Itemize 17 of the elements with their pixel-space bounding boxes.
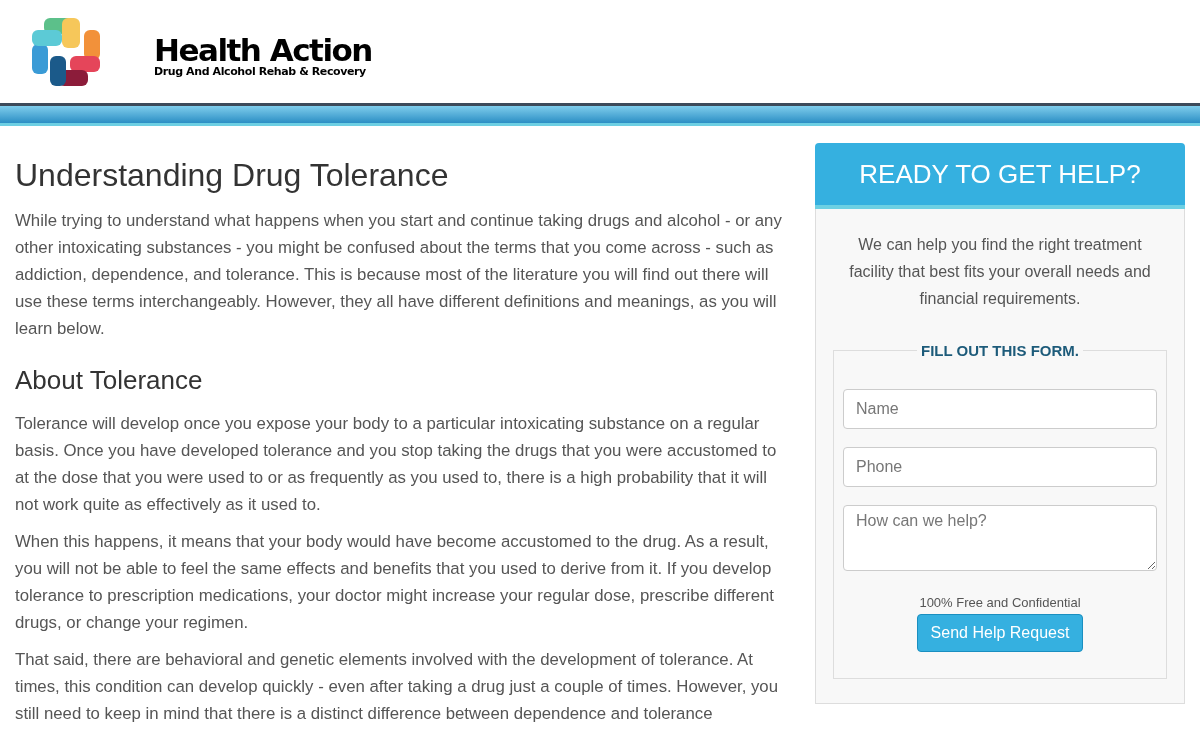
sidebar-title: READY TO GET HELP? <box>815 143 1185 209</box>
logo-title: Health Action <box>154 33 372 66</box>
input-field[interactable]: Phone <box>843 447 1157 487</box>
article-title: Understanding Drug Tolerance <box>15 156 450 195</box>
send-button[interactable]: Send Help Request <box>916 614 1084 652</box>
form-legend: FILL OUT THIS FORM. <box>916 342 1083 359</box>
paragraph: Tolerance will develop once you expose your body to a particular intoxicating substance on a regular basis. Once you have developed tolerance and you stop taking the drugs that you were accustomed to at the dose that you were used to or as frequently as you used to, there is a high probability that it will not work quite as effectively as it used to. <box>15 413 778 516</box>
message-field[interactable]: How can we help? <box>843 505 1157 571</box>
input-field[interactable]: Name <box>843 389 1157 429</box>
confidential-note: 100% Free and Confidential <box>918 595 1082 610</box>
paragraph: When this happens, it means that your body would have become accustomed to the drug. As a result, you will not be able to feel the same effects and benefits that you used to derive from it. If you develop tolerance to prescription medications, your doctor might increase your regular dose, prescribe different drugs, or change your regimen. <box>15 531 775 634</box>
paragraph: While trying to understand what happens when you start and continue taking drugs and alcohol - or any other intoxicating substances - you might be confused about the terms that you come across - such as addiction, dependence, and tolerance. This is because most of the literature you will find out there will use these terms interchangeably. However, they all have different definitions and meanings, as you will learn below. <box>15 210 783 340</box>
paragraph: That said, there are behavioral and genetic elements involved with the development of tolerance. At times, this condition can develop quickly - even after taking a drug just a couple of times. However, you still need to keep in mind that there is a distinct difference between dependence and tolerance <box>15 649 779 725</box>
logo-icon <box>30 15 102 88</box>
section-heading: About Tolerance <box>15 364 204 396</box>
intro-text: We can help you find the right treatment facility that best fits your overall needs and financial requirements. <box>848 235 1152 309</box>
logo-subtitle: Drug And Alcohol Rehab & Recovery <box>154 65 366 78</box>
